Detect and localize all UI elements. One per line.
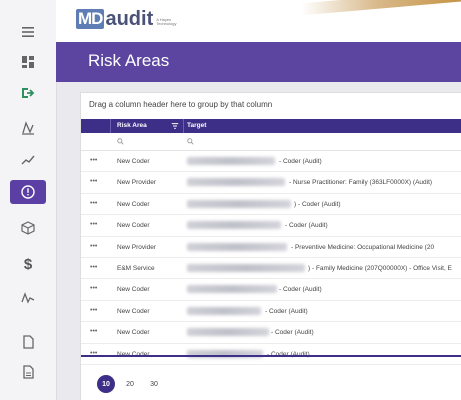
cell-target: - Preventive Medicine: Occupational Medi…	[291, 243, 435, 251]
group-by-panel[interactable]: Drag a column header here to group by th…	[89, 100, 272, 109]
table-row[interactable]: ••• New Coder - Coder (Audit)	[81, 151, 461, 173]
cell-risk-area: New Provider	[117, 243, 157, 251]
cell-risk-area: New Coder	[117, 307, 150, 315]
column-header-risk-area[interactable]: Risk Area	[117, 122, 147, 129]
table-row[interactable]: ••• New Coder ) - Coder (Audit)	[81, 194, 461, 216]
pulse-icon[interactable]	[0, 283, 56, 313]
decorative-swoosh	[300, 0, 461, 16]
filter-icon[interactable]	[171, 122, 179, 130]
row-menu-icon[interactable]: •••	[90, 264, 97, 271]
cell-risk-area: New Coder	[117, 200, 150, 208]
row-menu-icon[interactable]: •••	[90, 328, 97, 335]
risk-areas-grid: Drag a column header here to group by th…	[80, 92, 461, 400]
page-size-20[interactable]: 20	[121, 375, 139, 393]
cell-risk-area: New Coder	[117, 158, 150, 165]
sidebar: $	[0, 0, 57, 400]
redacted-name	[187, 328, 269, 337]
page-title: Risk Areas	[88, 51, 170, 70]
page-title-bar: Risk Areas	[56, 42, 461, 82]
filter-row	[81, 133, 461, 151]
cell-risk-area: New Coder	[117, 286, 150, 294]
logo-word: audit	[105, 8, 154, 30]
top-header: MD audit A Hayes Technology	[56, 0, 461, 42]
grid-footer-bar	[81, 355, 461, 357]
cell-target: - Coder (Audit)	[271, 329, 314, 337]
column-header-target[interactable]: Target	[187, 122, 206, 129]
table-row[interactable]: ••• New Coder - Coder (Audit)	[81, 215, 461, 237]
page-size-10[interactable]: 10	[97, 375, 115, 393]
cell-risk-area: New Coder	[117, 329, 150, 337]
redacted-name	[187, 306, 261, 315]
column-divider	[183, 119, 184, 133]
logout-icon[interactable]	[0, 78, 56, 108]
cell-target: - Coder (Audit)	[265, 307, 308, 315]
box-icon[interactable]	[0, 213, 56, 243]
chart-icon[interactable]	[0, 113, 56, 143]
cell-risk-area: New Coder	[117, 222, 150, 230]
cell-target: ) - Coder (Audit)	[294, 200, 341, 208]
row-menu-icon[interactable]: •••	[90, 157, 97, 164]
mdaudit-logo[interactable]: MD audit A Hayes Technology	[76, 9, 176, 29]
redacted-name	[187, 221, 281, 230]
table-row[interactable]: ••• New Coder - Coder (Audit)	[81, 301, 461, 323]
logo-mark: MD	[76, 9, 105, 29]
redacted-name	[187, 242, 287, 251]
cell-risk-area: E&M Service	[117, 264, 155, 272]
row-menu-icon[interactable]: •••	[90, 200, 97, 207]
cell-target: - Coder (Audit)	[279, 158, 322, 165]
table-row[interactable]: ••• E&M Service ) - Family Medicine (207…	[81, 258, 461, 280]
row-menu-icon[interactable]: •••	[90, 285, 97, 292]
dashboard-icon[interactable]	[0, 47, 56, 77]
search-icon[interactable]	[187, 138, 194, 145]
risk-area-icon[interactable]	[0, 177, 56, 207]
cell-target: ) - Family Medicine (207Q00000X) - Offic…	[308, 264, 452, 272]
logo-tagline: A Hayes Technology	[156, 17, 177, 26]
row-menu-icon[interactable]: •••	[90, 178, 97, 185]
redacted-name	[187, 285, 277, 294]
cell-risk-area: New Provider	[117, 179, 157, 187]
menu-icon[interactable]	[0, 17, 56, 47]
redacted-name	[187, 178, 285, 187]
grid-rows: ••• New Coder - Coder (Audit) ••• New Pr…	[81, 151, 461, 365]
file-icon[interactable]	[0, 357, 56, 387]
dollar-glyph: $	[23, 255, 33, 273]
row-menu-icon[interactable]: •••	[90, 221, 97, 228]
table-row[interactable]: ••• New Provider - Preventive Medicine: …	[81, 237, 461, 258]
column-divider	[110, 119, 111, 133]
search-icon[interactable]	[117, 138, 124, 145]
app-window: $ MD audit A Hayes Technology Risk Areas…	[0, 0, 461, 400]
trend-icon[interactable]	[0, 145, 56, 175]
cell-target: - Coder (Audit)	[279, 286, 322, 294]
document-icon[interactable]	[0, 327, 56, 357]
cell-target: - Nurse Practitioner: Family (363LF0000X…	[289, 179, 433, 187]
page-size-selector: 10 20 30	[97, 375, 169, 393]
table-row[interactable]: ••• New Coder - Coder (Audit)	[81, 322, 461, 344]
table-row[interactable]: ••• New Provider - Nurse Practitioner: F…	[81, 172, 461, 194]
cell-target: - Coder (Audit)	[285, 222, 328, 230]
row-menu-icon[interactable]: •••	[90, 307, 97, 314]
redacted-name	[187, 157, 275, 165]
table-row[interactable]: ••• New Coder - Coder (Audit)	[81, 279, 461, 301]
page-size-30[interactable]: 30	[145, 375, 163, 393]
redacted-name	[187, 263, 305, 272]
row-menu-icon[interactable]: •••	[90, 243, 97, 250]
dollar-icon[interactable]: $	[0, 249, 56, 279]
grid-header: Risk Area Target	[81, 119, 461, 133]
redacted-name	[187, 199, 291, 208]
